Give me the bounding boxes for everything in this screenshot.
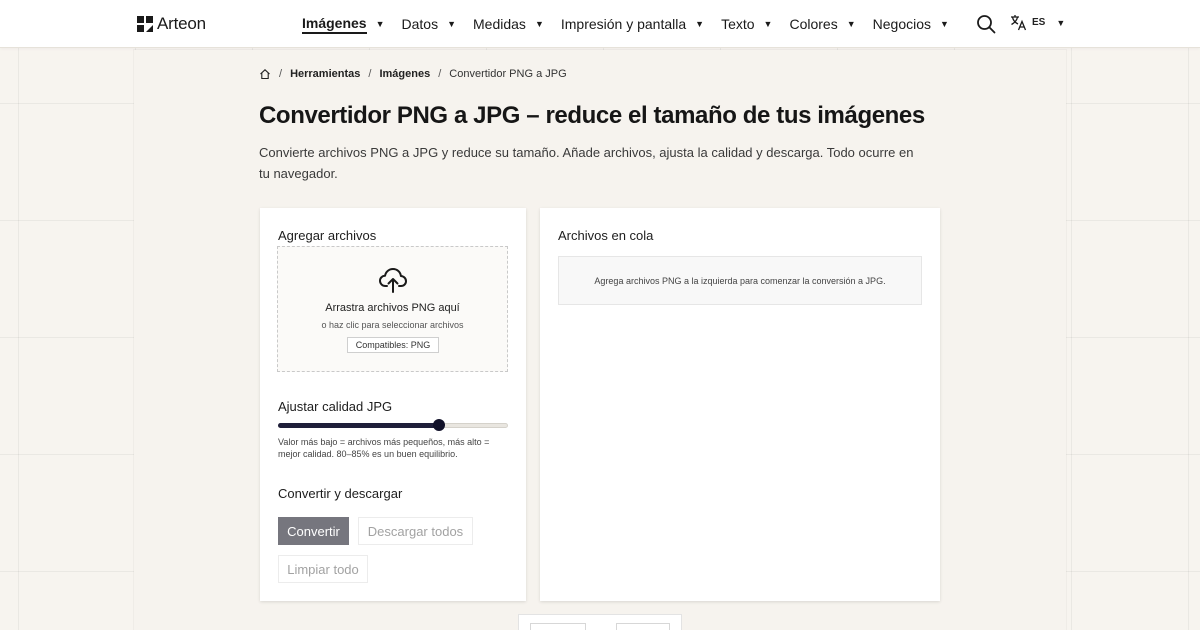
top-navigation-bar: Arteon Imágenes ▼ Datos ▼ Medidas ▼ Impr… xyxy=(0,0,1200,48)
nav-item-medidas[interactable]: Medidas ▼ xyxy=(473,0,544,48)
chevron-down-icon: ▼ xyxy=(375,19,385,29)
nav-item-texto[interactable]: Texto ▼ xyxy=(721,0,772,48)
chevron-down-icon: ▼ xyxy=(940,19,949,29)
chevron-down-icon: ▼ xyxy=(1056,17,1066,28)
upload-card: Agregar archivos Arrastra archivos PNG a… xyxy=(260,208,526,601)
dropzone-title: Arrastra archivos PNG aquí xyxy=(325,302,460,314)
translate-icon xyxy=(1011,15,1027,31)
nav-item-label: Imágenes xyxy=(302,15,367,34)
page-description: Convierte archivos PNG a JPG y reduce su… xyxy=(259,145,914,181)
arteon-logo-icon xyxy=(137,16,153,32)
nav-item-imagenes[interactable]: Imágenes ▼ xyxy=(302,0,385,48)
file-dropzone[interactable]: Arrastra archivos PNG aquí o haz clic pa… xyxy=(277,246,508,372)
chevron-down-icon: ▼ xyxy=(763,19,773,29)
brand-logo[interactable]: Arteon xyxy=(137,14,206,34)
compatible-formats-badge: Compatibles: PNG xyxy=(347,337,439,353)
quality-slider[interactable] xyxy=(278,419,508,431)
cloud-upload-icon xyxy=(379,268,407,293)
main-nav: Imágenes ▼ Datos ▼ Medidas ▼ Impresión y… xyxy=(302,0,966,48)
download-all-button[interactable]: Descargar todos xyxy=(358,517,473,545)
slider-fill xyxy=(278,423,439,428)
home-icon[interactable] xyxy=(259,68,271,80)
clear-all-button[interactable]: Limpiar todo xyxy=(278,555,368,583)
search-icon[interactable] xyxy=(976,14,996,34)
nav-item-label: Medidas xyxy=(473,16,526,32)
slider-thumb[interactable] xyxy=(433,419,445,431)
bottom-control[interactable] xyxy=(530,623,586,630)
convert-button[interactable]: Convertir xyxy=(278,517,349,545)
breadcrumb-imagenes[interactable]: Imágenes xyxy=(379,68,430,80)
language-code: ES xyxy=(1032,17,1046,28)
queue-section-title: Archivos en cola xyxy=(558,228,654,243)
nav-item-label: Colores xyxy=(789,16,838,32)
bottom-control[interactable] xyxy=(616,623,670,630)
nav-item-datos[interactable]: Datos ▼ xyxy=(402,0,457,48)
breadcrumb-separator: / xyxy=(279,68,283,80)
breadcrumb-separator: / xyxy=(368,68,372,80)
breadcrumb-separator: / xyxy=(438,68,442,80)
nav-item-negocios[interactable]: Negocios ▼ xyxy=(873,0,949,48)
chevron-down-icon: ▼ xyxy=(534,19,544,29)
chevron-down-icon: ▼ xyxy=(447,19,457,29)
breadcrumb-current: Convertidor PNG a JPG xyxy=(449,68,567,80)
queue-card: Archivos en cola Agrega archivos PNG a l… xyxy=(540,208,940,601)
actions-section-title: Convertir y descargar xyxy=(278,486,403,501)
chevron-down-icon: ▼ xyxy=(695,19,705,29)
chevron-down-icon: ▼ xyxy=(846,19,856,29)
brand-name: Arteon xyxy=(157,14,206,33)
breadcrumb-herramientas[interactable]: Herramientas xyxy=(290,68,360,80)
queue-empty-state: Agrega archivos PNG a la izquierda para … xyxy=(558,256,922,305)
breadcrumb: / Herramientas / Imágenes / Convertidor … xyxy=(259,68,567,80)
nav-item-colores[interactable]: Colores ▼ xyxy=(789,0,855,48)
nav-item-label: Texto xyxy=(721,16,755,32)
nav-item-impresion[interactable]: Impresión y pantalla ▼ xyxy=(561,0,704,48)
quality-hint: Valor más bajo = archivos más pequeños, … xyxy=(278,437,490,459)
nav-item-label: Negocios xyxy=(872,16,932,32)
upload-section-title: Agregar archivos xyxy=(278,228,377,243)
language-selector[interactable]: ES ▼ xyxy=(1010,14,1065,31)
page-title: Convertidor PNG a JPG – reduce el tamaño… xyxy=(259,102,925,129)
nav-item-label: Impresión y pantalla xyxy=(560,16,687,32)
quality-section-title: Ajustar calidad JPG xyxy=(278,399,393,414)
dropzone-subtitle: o haz clic para seleccionar archivos xyxy=(321,320,464,330)
nav-item-label: Datos xyxy=(401,16,439,32)
